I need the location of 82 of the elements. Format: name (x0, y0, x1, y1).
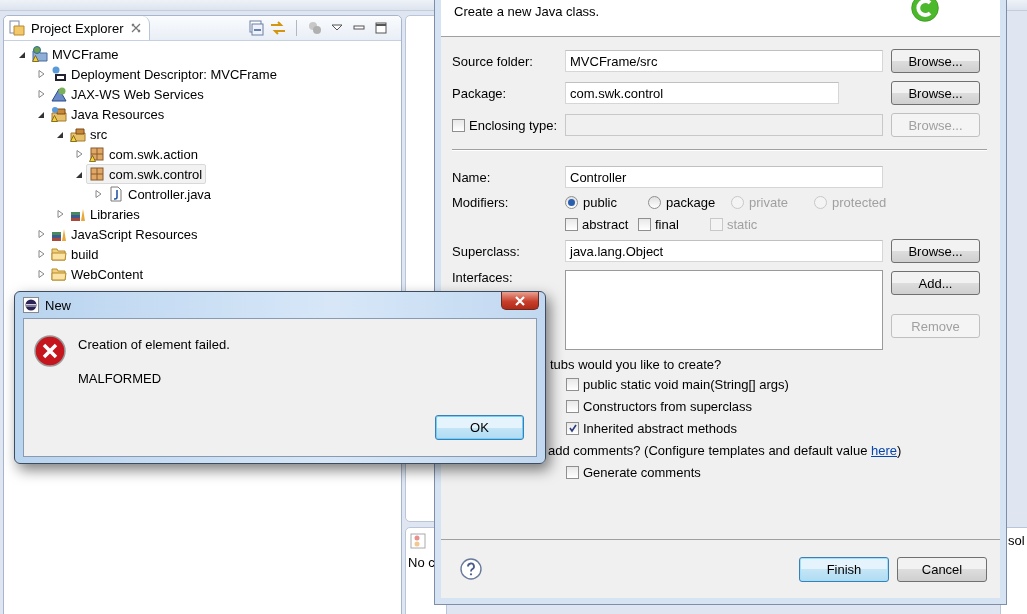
checkbox[interactable] (566, 421, 579, 435)
templates-link[interactable]: here (871, 442, 898, 458)
checkbox-label: static (727, 216, 758, 232)
tree-item[interactable]: Controller.java (105, 184, 216, 204)
name-field[interactable]: Controller (565, 166, 883, 188)
descriptor-icon (51, 66, 67, 82)
tree-item[interactable]: com.swk.action (86, 144, 202, 164)
folder-icon (51, 266, 67, 282)
cancel-button[interactable]: Cancel (897, 556, 987, 582)
checkbox-label: Enclosing type: (469, 117, 558, 133)
package-folder-icon (70, 126, 86, 142)
tree-item[interactable]: build (48, 244, 103, 264)
add-button[interactable]: Add... (891, 271, 980, 295)
superclass-field[interactable]: java.lang.Object (565, 240, 883, 262)
collapse-all-icon[interactable] (248, 20, 264, 36)
package-field[interactable]: com.swk.control (565, 82, 839, 104)
close-button[interactable] (501, 292, 539, 310)
tree-item[interactable]: Deployment Descriptor: MVCFrame (48, 64, 281, 84)
tree-item[interactable]: com.swk.control (86, 164, 207, 184)
explorer-icon (9, 20, 25, 36)
source-folder-field[interactable]: MVCFrame/src (565, 50, 883, 72)
field-label: Source folder: (452, 53, 534, 69)
checkbox-label: final (655, 216, 679, 232)
field-label: Name: (452, 169, 492, 185)
package-icon (89, 166, 105, 182)
checkbox-label: public static void main(String[] args) (583, 376, 789, 392)
tree-item[interactable]: JavaScript Resources (48, 224, 202, 244)
field-label: Modifiers: (452, 194, 510, 210)
panel-text: No c (408, 555, 435, 570)
dialog-description: Create a new Java class. (454, 4, 600, 19)
error-detail: MALFORMED (78, 371, 163, 386)
field-label: Package: (452, 85, 508, 101)
java-file-icon (108, 186, 124, 202)
package-folder-icon (51, 106, 67, 122)
browse-button[interactable]: Browse... (891, 239, 980, 263)
error-icon (34, 335, 66, 367)
maximize-icon[interactable] (373, 20, 389, 36)
package-icon (89, 146, 105, 162)
gear-icon[interactable] (307, 20, 323, 36)
tree-item[interactable]: MVCFrame (29, 44, 123, 64)
checkbox[interactable] (566, 399, 579, 413)
eclipse-icon (23, 297, 39, 313)
project-folder-icon (32, 46, 48, 62)
link-arrows-icon[interactable] (270, 20, 286, 36)
browse-button[interactable]: Browse... (891, 49, 980, 73)
web-services-icon (51, 86, 67, 102)
browse-button[interactable]: Browse... (891, 81, 980, 105)
checkbox-label: Inherited abstract methods (583, 420, 737, 436)
radio-label: private (749, 194, 789, 210)
tree-item[interactable]: JAX-WS Web Services (48, 84, 208, 104)
field-label: Superclass: (452, 243, 521, 259)
finish-button[interactable]: Finish (799, 556, 889, 582)
checkbox[interactable] (566, 377, 579, 391)
ok-button[interactable]: OK (435, 415, 524, 440)
folder-icon (51, 246, 67, 262)
radio-label: package (666, 194, 716, 210)
checkbox-label: abstract (582, 216, 629, 232)
checkbox-label: Generate comments (583, 464, 701, 480)
field-label: Interfaces: (452, 270, 514, 285)
markers-icon[interactable] (410, 533, 426, 549)
radio-button[interactable] (565, 195, 578, 209)
radio-label: protected (832, 194, 887, 210)
stubs-question: tubs would you like to create? (550, 356, 722, 372)
close-icon (515, 295, 525, 306)
checkbox[interactable] (565, 217, 578, 231)
tree-item[interactable]: Java Resources (48, 104, 169, 124)
help-icon[interactable] (460, 558, 482, 580)
checkbox[interactable] (638, 217, 651, 231)
console-tab-label[interactable]: sol (1008, 533, 1025, 548)
tree-item[interactable]: src (67, 124, 112, 144)
radio-button[interactable] (648, 195, 661, 209)
error-message: Creation of element failed. (78, 337, 230, 352)
checkbox[interactable] (566, 465, 579, 479)
tree-item[interactable]: WebContent (48, 264, 148, 284)
checkbox-label: Constructors from superclass (583, 398, 753, 414)
comments-question: add comments? (Configure templates and default value here) (548, 442, 902, 458)
close-icon[interactable] (131, 23, 142, 33)
project-explorer-tab[interactable]: Project Explorer (4, 16, 151, 40)
interfaces-list[interactable] (565, 270, 883, 350)
dialog-title: New (45, 297, 71, 313)
tree-item[interactable]: Libraries (67, 204, 144, 224)
radio-label: public (583, 194, 617, 210)
